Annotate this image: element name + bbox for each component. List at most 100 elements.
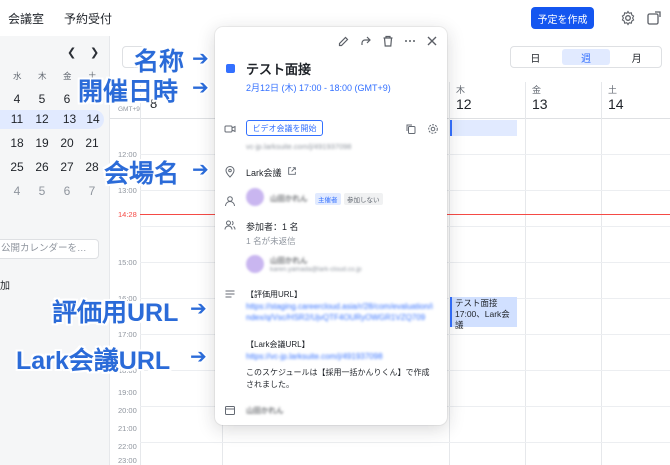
mini-cal-day[interactable]: 6	[57, 92, 77, 106]
close-icon[interactable]	[425, 34, 439, 48]
mini-cal-day[interactable]: 7	[82, 184, 102, 198]
tab-week[interactable]: 週	[561, 49, 611, 65]
lark-url-label: 【Lark会議URL】	[246, 340, 310, 349]
event-card-title: テスト面接	[455, 298, 498, 308]
mini-cal-day[interactable]: 21	[82, 136, 102, 150]
weekday: 金	[63, 71, 72, 81]
attendance-status-badge: 参加しない	[344, 193, 383, 205]
annotation-arrow: ➔	[192, 77, 209, 99]
mini-cal-day[interactable]: 18	[7, 136, 27, 150]
share-icon[interactable]	[359, 34, 373, 48]
avatar	[246, 188, 264, 206]
tab-day[interactable]: 日	[511, 47, 560, 67]
start-video-meeting-button[interactable]: ビデオ会議を開始	[246, 120, 323, 136]
event-datetime: 2月12日 (木) 17:00 - 18:00 (GMT+9)	[246, 83, 391, 93]
trash-icon[interactable]	[381, 34, 395, 48]
tab-month[interactable]: 月	[612, 47, 661, 67]
participants-count[interactable]: 参加者：1 名	[246, 220, 299, 233]
mini-cal-day[interactable]: 4	[7, 92, 27, 106]
mini-cal-day[interactable]: 11	[7, 110, 27, 129]
public-calendar-search-input[interactable]: 公開カレンダーを…	[0, 239, 99, 259]
day-number[interactable]: 13	[532, 96, 548, 112]
nav-meeting-rooms[interactable]: 会議室	[8, 10, 44, 27]
event-card[interactable]: テスト面接 17:00、Lark会議	[450, 297, 517, 330]
top-nav: 会議室 予約受付	[8, 10, 112, 27]
copy-icon[interactable]	[405, 123, 417, 135]
time-label: 15:00	[118, 258, 137, 267]
mini-cal-day[interactable]: 27	[57, 160, 77, 174]
open-window-icon[interactable]	[646, 10, 662, 26]
calendar-icon	[225, 406, 235, 415]
annotation-eval-url: 評価用URL	[52, 299, 179, 327]
grid-column-line	[140, 82, 141, 465]
grid-column-line	[525, 82, 526, 465]
more-icon[interactable]	[403, 34, 417, 48]
organizer-name: 山田かれん	[270, 194, 308, 203]
mini-cal-day[interactable]: 13	[57, 110, 82, 129]
mini-cal-day[interactable]: 5	[32, 184, 52, 198]
current-time-label: 14:28	[118, 210, 137, 219]
organizer-icon	[225, 196, 235, 207]
add-calendar-link[interactable]: 加	[0, 277, 10, 292]
external-link-icon[interactable]	[287, 166, 297, 176]
day-of-week: 土	[608, 85, 618, 95]
view-switcher: 日 週 月	[510, 46, 662, 68]
unanswered-count: 1 名が未返信	[246, 236, 296, 246]
grid-row-line	[140, 442, 670, 443]
day-number[interactable]: 14	[608, 96, 624, 112]
time-label: 21:00	[118, 424, 137, 433]
mini-cal-prev-icon[interactable]: ❮	[67, 46, 76, 59]
mini-cal-day[interactable]: 4	[7, 184, 27, 198]
participants-icon	[224, 220, 236, 230]
event-title: テスト面接	[246, 62, 312, 77]
settings-icon[interactable]	[427, 123, 439, 135]
eval-url-link[interactable]: https://staging.careercloud.asia/r/28/co…	[246, 301, 436, 334]
day-of-week: 木	[456, 85, 466, 95]
mini-cal-day[interactable]: 14	[82, 110, 104, 129]
organizer-badge: 主催者	[315, 193, 341, 205]
annotation-arrow: ➔	[192, 48, 209, 70]
mini-cal-day[interactable]: 5	[32, 92, 52, 106]
event-color-dot	[226, 64, 235, 73]
time-label: 23:00	[118, 456, 137, 465]
calendar-owner: 山田かれん	[246, 406, 284, 415]
video-camera-icon	[224, 125, 236, 133]
mini-cal-day[interactable]: 12	[27, 110, 57, 129]
location-icon	[225, 166, 235, 178]
create-event-button[interactable]: 予定を作成	[531, 7, 594, 29]
video-meeting-link[interactable]: vc-jp.larksuite.com/j/491937098	[246, 142, 351, 151]
day-of-week: 金	[532, 85, 542, 95]
nav-reservations[interactable]: 予約受付	[64, 10, 112, 27]
time-label: 20:00	[118, 406, 137, 415]
annotation-arrow: ➔	[192, 159, 209, 181]
annotation-venue: 会場名	[104, 160, 180, 188]
gear-icon[interactable]	[620, 10, 636, 26]
mini-cal-day[interactable]: 26	[32, 160, 52, 174]
grid-column-line	[449, 82, 450, 465]
mini-cal-day[interactable]: 28	[82, 160, 102, 174]
eval-url-label: 【評価用URL】	[246, 290, 303, 299]
edit-icon[interactable]	[337, 34, 351, 48]
time-label: 17:00	[118, 330, 137, 339]
participant-name: 山田かれん	[270, 256, 308, 265]
weekday: 水	[13, 71, 22, 81]
all-day-event[interactable]	[450, 120, 517, 136]
event-location[interactable]: Lark会議	[246, 166, 282, 179]
mini-cal-next-icon[interactable]: ❯	[90, 46, 99, 59]
weekday: 木	[38, 71, 47, 81]
annotation-datetime: 開催日時	[78, 78, 179, 106]
day-number[interactable]: 12	[456, 96, 472, 112]
mini-cal-day[interactable]: 6	[57, 184, 77, 198]
time-label: 22:00	[118, 442, 137, 451]
avatar	[246, 255, 264, 273]
annotation-arrow: ➔	[190, 298, 207, 320]
mini-cal-day[interactable]: 20	[57, 136, 77, 150]
mini-cal-day[interactable]: 25	[7, 160, 27, 174]
mini-cal-day[interactable]: 19	[32, 136, 52, 150]
description-footer: このスケジュールは【採用一括かんりくん】で作成されました。	[246, 368, 430, 389]
event-card-location: 17:00、Lark会議	[455, 309, 510, 330]
participant-email: karen.yamada@lark-cloud.co.jp	[270, 266, 362, 273]
event-detail-popup: テスト面接 2月12日 (木) 17:00 - 18:00 (GMT+9) ビデ…	[215, 27, 447, 425]
description-icon	[225, 290, 235, 298]
lark-url-link[interactable]: https://vc-jp.larksuite.com/j/491937098	[246, 351, 436, 362]
